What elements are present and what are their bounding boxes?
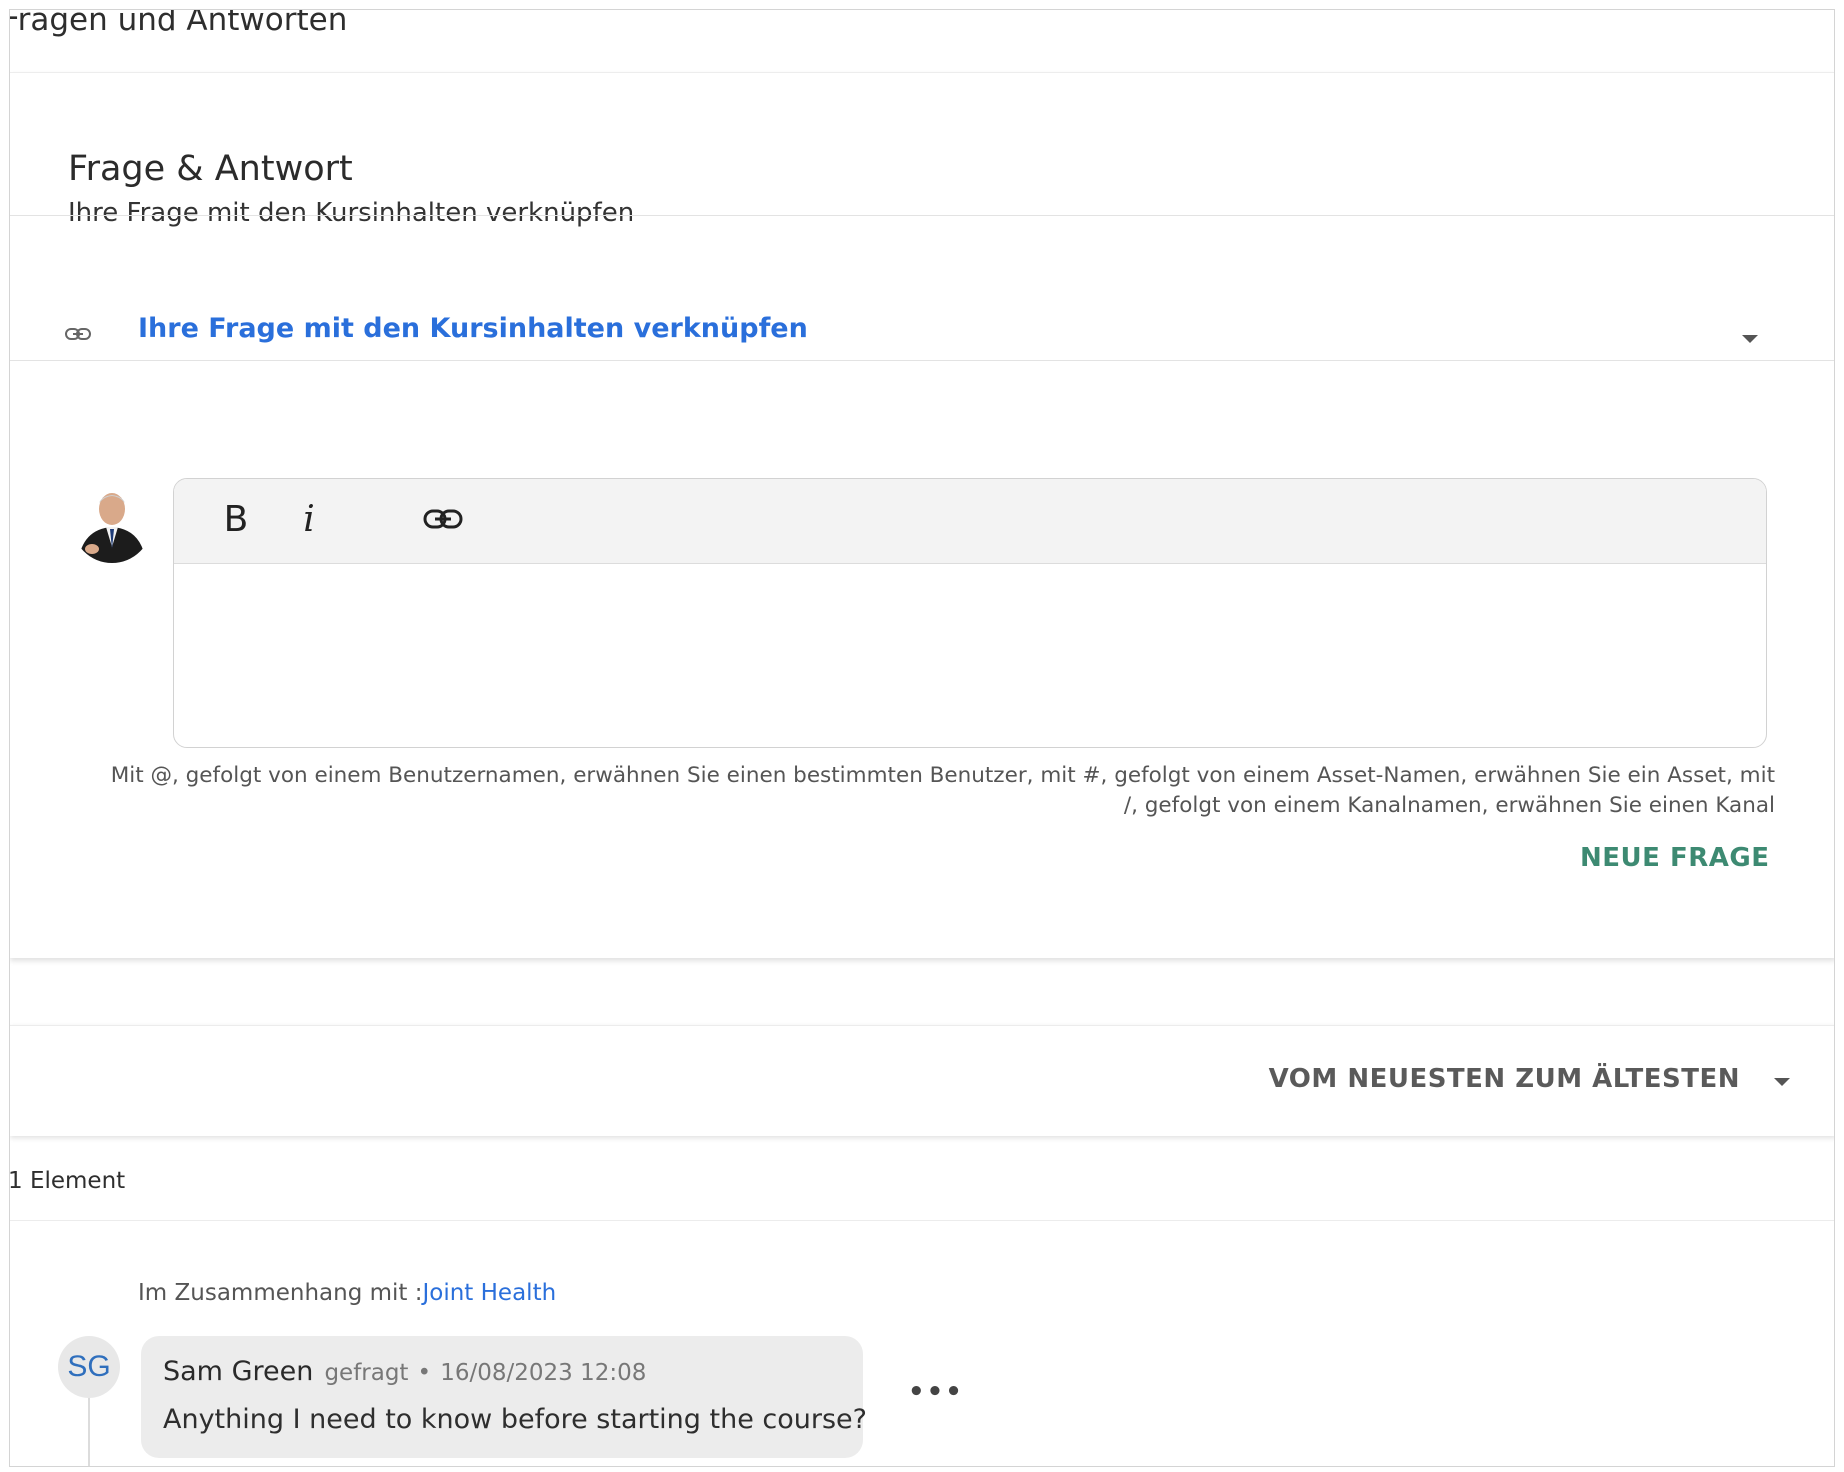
question-date: 16/08/2023 12:08 <box>440 1360 647 1386</box>
italic-button[interactable]: i <box>294 497 324 541</box>
results-count: 1 Element <box>9 1168 126 1194</box>
question-bubble: Sam Green gefragt • 16/08/2023 12:08 Any… <box>141 1336 867 1458</box>
meta-separator: • <box>417 1360 432 1386</box>
link-dropdown-label: Ihre Frage mit den Kursinhalten verknüpf… <box>138 313 808 344</box>
sort-bar: VOM NEUESTEN ZUM ÄLTESTEN <box>10 1025 1834 1136</box>
context-prefix: Im Zusammenhang mit : <box>138 1280 423 1306</box>
thread-line <box>88 1398 90 1466</box>
divider <box>10 215 1834 216</box>
link-icon <box>65 328 91 340</box>
question-editor: B i <box>173 478 1767 748</box>
mention-hint: Mit @, gefolgt von einem Benutzernamen, … <box>110 763 1775 818</box>
question-card: Frage & Antwort Ihre Frage mit den Kursi… <box>10 72 1834 958</box>
chevron-down-icon <box>1774 1078 1790 1086</box>
chevron-down-icon <box>1742 335 1758 343</box>
sort-dropdown[interactable]: VOM NEUESTEN ZUM ÄLTESTEN <box>1269 1064 1740 1094</box>
divider <box>10 1220 1834 1221</box>
bold-icon: B <box>223 498 249 540</box>
link-icon <box>423 509 463 529</box>
editor-toolbar: B i <box>174 479 1766 564</box>
user-avatar <box>72 483 152 563</box>
action-label: gefragt <box>324 1360 409 1386</box>
question-meta: Sam Green gefragt • 16/08/2023 12:08 <box>163 1356 646 1387</box>
italic-icon: i <box>303 498 315 540</box>
more-icon[interactable]: ••• <box>908 1377 964 1407</box>
bold-button[interactable]: B <box>214 497 258 541</box>
link-content-dropdown[interactable]: Ihre Frage mit den Kursinhalten verknüpf… <box>10 251 1834 419</box>
qa-subtitle: Ihre Frage mit den Kursinhalten verknüpf… <box>68 198 635 228</box>
question-context: Im Zusammenhang mit :Joint Health <box>138 1280 556 1306</box>
new-question-button[interactable]: NEUE FRAGE <box>1580 843 1769 873</box>
context-link[interactable]: Joint Health <box>422 1280 556 1306</box>
qa-panel: Fragen und Antworten Frage & Antwort Ihr… <box>9 9 1835 1467</box>
question-text: Anything I need to know before starting … <box>163 1404 867 1435</box>
divider <box>10 360 1834 361</box>
author-name[interactable]: Sam Green <box>163 1356 313 1387</box>
avatar: SG <box>58 1336 120 1398</box>
question-text-area[interactable] <box>174 564 1766 747</box>
insert-link-button[interactable] <box>420 497 466 541</box>
page-title: Fragen und Antworten <box>9 9 348 38</box>
qa-title: Frage & Antwort <box>68 149 353 189</box>
